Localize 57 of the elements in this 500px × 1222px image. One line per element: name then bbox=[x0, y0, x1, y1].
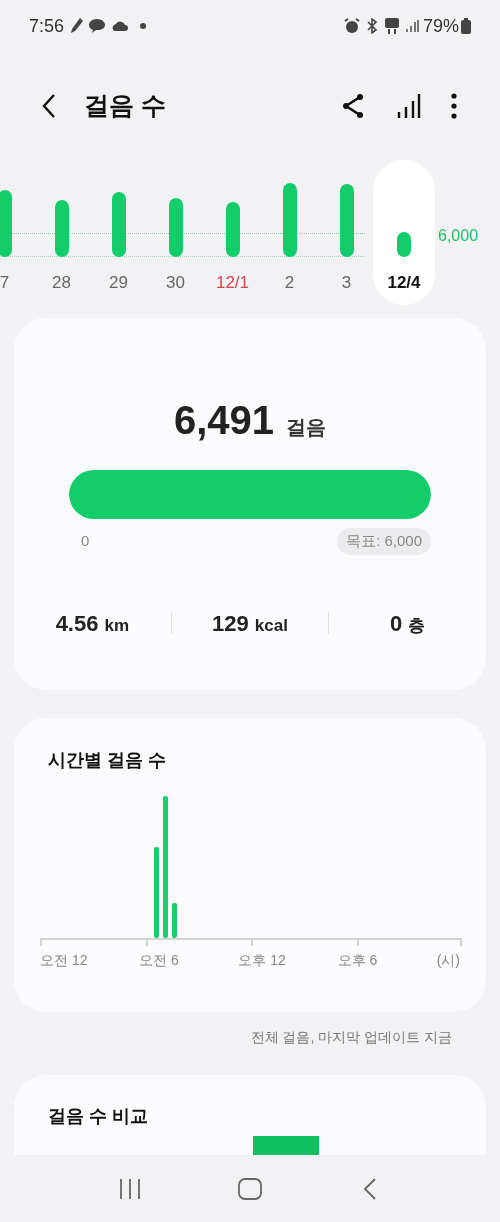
day-column[interactable]: 12/1 bbox=[204, 160, 261, 305]
day-column[interactable]: 2 bbox=[261, 160, 318, 305]
stat-value: 4.56 km bbox=[55, 609, 130, 638]
day-tab[interactable]: 12/4 bbox=[373, 160, 435, 305]
chat-icon bbox=[88, 18, 107, 34]
recent-apps-icon bbox=[119, 1177, 141, 1200]
card-title: 시간별 걸음 수 bbox=[48, 749, 166, 772]
update-note: 전체 걸음, 마지막 업데이트 지금 bbox=[250, 1028, 452, 1047]
more-icon bbox=[451, 93, 457, 119]
card-title: 걸음 수 비교 bbox=[48, 1105, 148, 1128]
day-column[interactable]: 30 bbox=[147, 160, 204, 305]
min-label: 0 bbox=[81, 531, 90, 551]
battery-percent: 79% bbox=[422, 14, 459, 38]
alarm-icon bbox=[343, 18, 360, 34]
pen-icon bbox=[70, 17, 85, 35]
day-bar bbox=[168, 198, 183, 257]
axis-label: 오전 12 bbox=[40, 952, 88, 968]
day-label: 12/4 bbox=[387, 273, 421, 293]
back-icon bbox=[42, 93, 56, 119]
page-title: 걸음 수 bbox=[84, 90, 166, 122]
day-label: 30 bbox=[166, 273, 185, 293]
goal-badge: 목표: 6,000 bbox=[337, 528, 431, 555]
step-unit: 걸음 bbox=[286, 415, 327, 440]
axis-label: 오후 6 bbox=[337, 952, 378, 968]
goal-label: 6,000 bbox=[438, 226, 479, 246]
day-label: 28 bbox=[52, 273, 71, 293]
signal-icon bbox=[404, 19, 419, 33]
step-count: 6,491 bbox=[173, 397, 275, 444]
day-column[interactable]: 28 bbox=[33, 160, 90, 305]
day-column[interactable]: 29 bbox=[90, 160, 147, 305]
axis-label: 오후 12 bbox=[238, 952, 286, 968]
bar-chart-icon bbox=[397, 93, 421, 119]
battery-icon bbox=[461, 18, 471, 34]
day-bar bbox=[111, 192, 126, 257]
back-icon bbox=[363, 1176, 377, 1201]
axis-label: 오전 6 bbox=[139, 952, 179, 968]
status-time: 7:56 bbox=[29, 14, 65, 38]
day-column[interactable]: 7 bbox=[0, 160, 33, 305]
day-label: 7 bbox=[0, 273, 10, 293]
network-icon bbox=[383, 17, 400, 35]
day-bar bbox=[225, 202, 240, 257]
day-label: 2 bbox=[284, 273, 295, 293]
day-column[interactable]: 3 bbox=[318, 160, 375, 305]
cloud-icon bbox=[110, 20, 129, 32]
home-icon bbox=[238, 1177, 262, 1200]
stat-value: 129 kcal bbox=[212, 609, 288, 638]
day-label: 3 bbox=[341, 273, 352, 293]
day-bar bbox=[397, 232, 411, 257]
day-bar bbox=[54, 200, 69, 257]
bluetooth-icon bbox=[365, 18, 378, 34]
day-bar bbox=[0, 190, 12, 257]
axis-unit: (시) bbox=[436, 951, 460, 970]
day-label: 29 bbox=[109, 273, 128, 293]
dot-icon bbox=[140, 23, 147, 29]
share-icon bbox=[342, 94, 364, 118]
stat-value: 0 층 bbox=[390, 609, 426, 638]
day-label: 12/1 bbox=[215, 273, 250, 293]
